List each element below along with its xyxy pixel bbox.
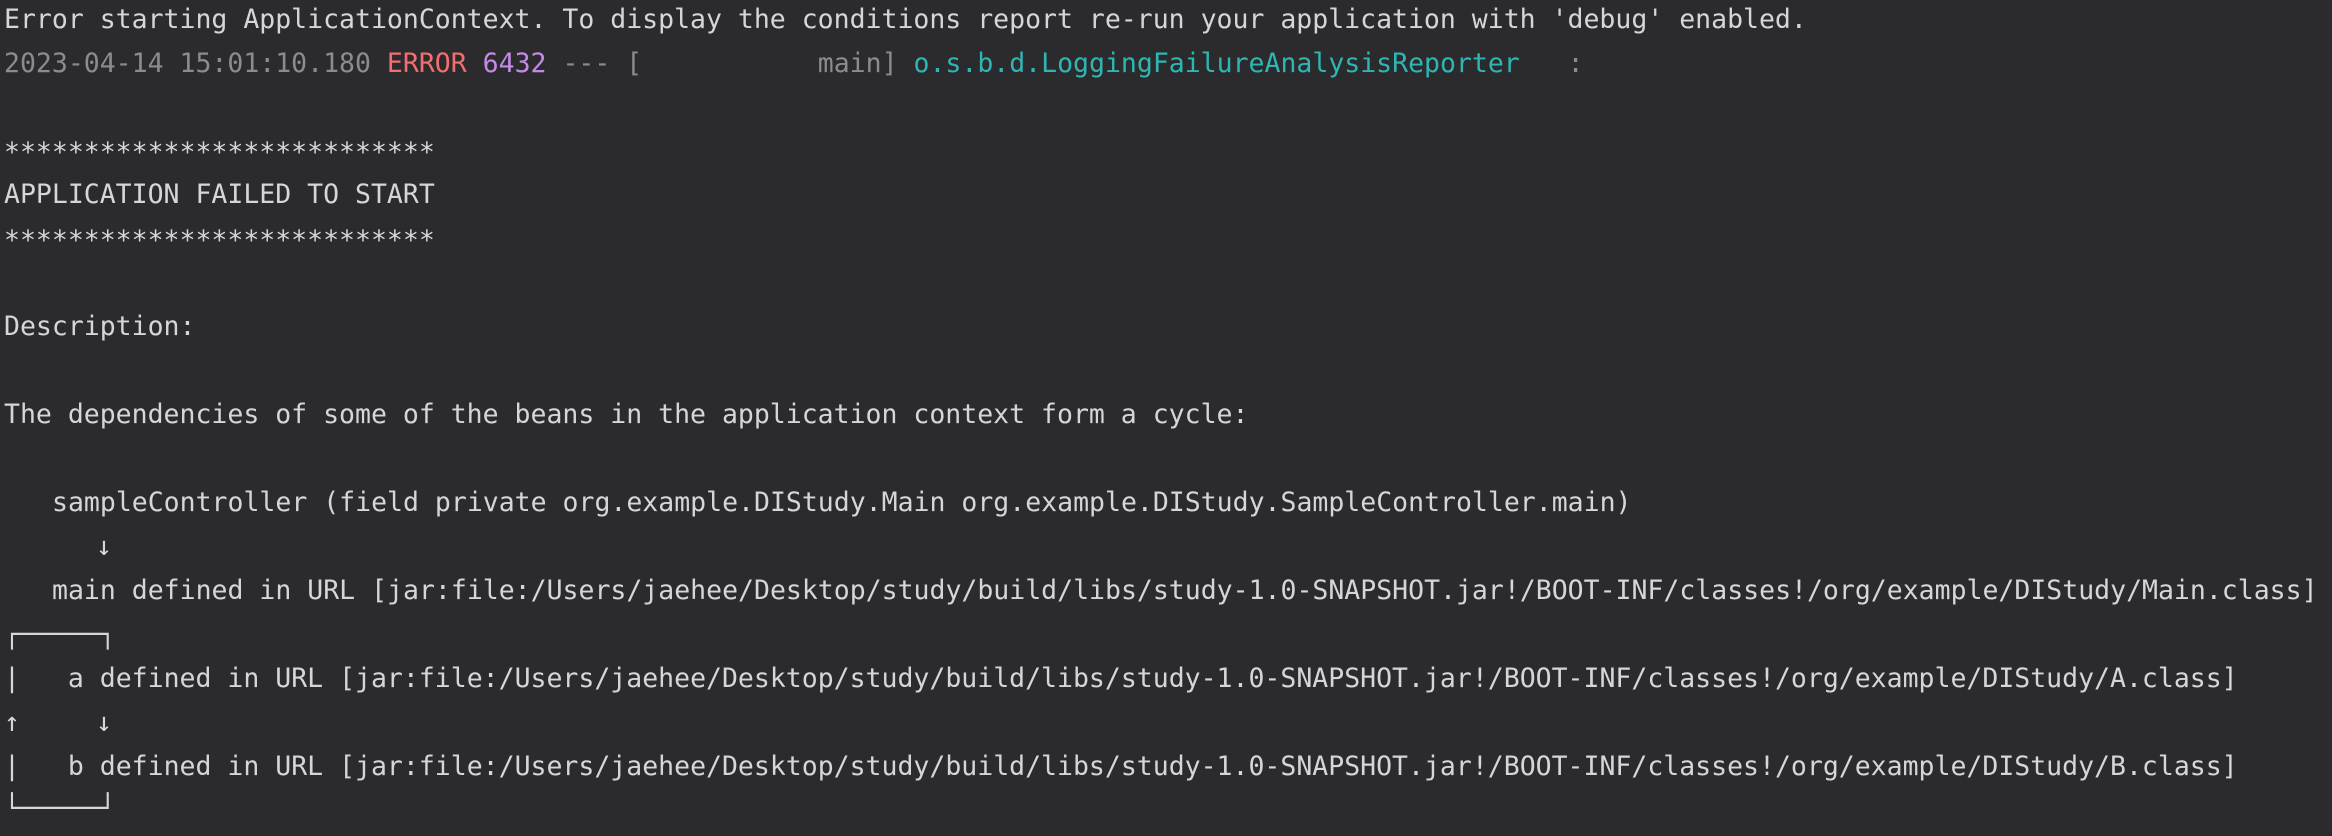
log-timestamp: 2023-04-14 15:01:10.180 bbox=[4, 48, 371, 79]
log-separator: --- [ bbox=[562, 48, 643, 79]
error-banner: Error starting ApplicationContext. To di… bbox=[4, 4, 1807, 35]
log-pid: 6432 bbox=[482, 48, 547, 79]
log-thread: main] bbox=[642, 48, 898, 79]
log-colon: : bbox=[1567, 48, 1584, 79]
log-entry: 2023-04-14 15:01:10.180 ERROR 6432 --- [… bbox=[4, 44, 1584, 84]
box-top: ┌─────┐ bbox=[4, 619, 116, 650]
box-left-edge: | bbox=[4, 751, 52, 782]
up-arrow-icon: ↑ bbox=[4, 707, 20, 738]
bean-b-line: b defined in URL [jar:file:/Users/jaehee… bbox=[67, 751, 2238, 782]
box-bottom: └─────┘ bbox=[4, 793, 116, 824]
bean-a-row: | a defined in URL [jar:file:/Users/jaeh… bbox=[4, 659, 2238, 699]
controller-line: sampleController (field private org.exam… bbox=[52, 487, 1632, 518]
stars-top: *************************** bbox=[4, 137, 435, 168]
bean-b-row: | b defined in URL [jar:file:/Users/jaeh… bbox=[4, 747, 2238, 787]
bean-a-line: a defined in URL [jar:file:/Users/jaehee… bbox=[67, 663, 2238, 694]
log-level: ERROR bbox=[386, 48, 467, 79]
description-label: Description: bbox=[4, 311, 196, 342]
log-logger-link[interactable]: o.s.b.d.LoggingFailureAnalysisReporter bbox=[914, 48, 1520, 79]
cycle-down-arrow-icon: ↓ bbox=[96, 707, 112, 738]
main-line: main defined in URL [jar:file:/Users/jae… bbox=[52, 575, 2318, 606]
console-output: Error starting ApplicationContext. To di… bbox=[0, 0, 2332, 836]
stars-bottom: *************************** bbox=[4, 225, 435, 256]
down-arrow-icon: ↓ bbox=[96, 531, 112, 562]
failure-title: APPLICATION FAILED TO START bbox=[4, 179, 435, 210]
cycle-message: The dependencies of some of the beans in… bbox=[4, 399, 1249, 430]
box-left-edge: | bbox=[4, 663, 52, 694]
